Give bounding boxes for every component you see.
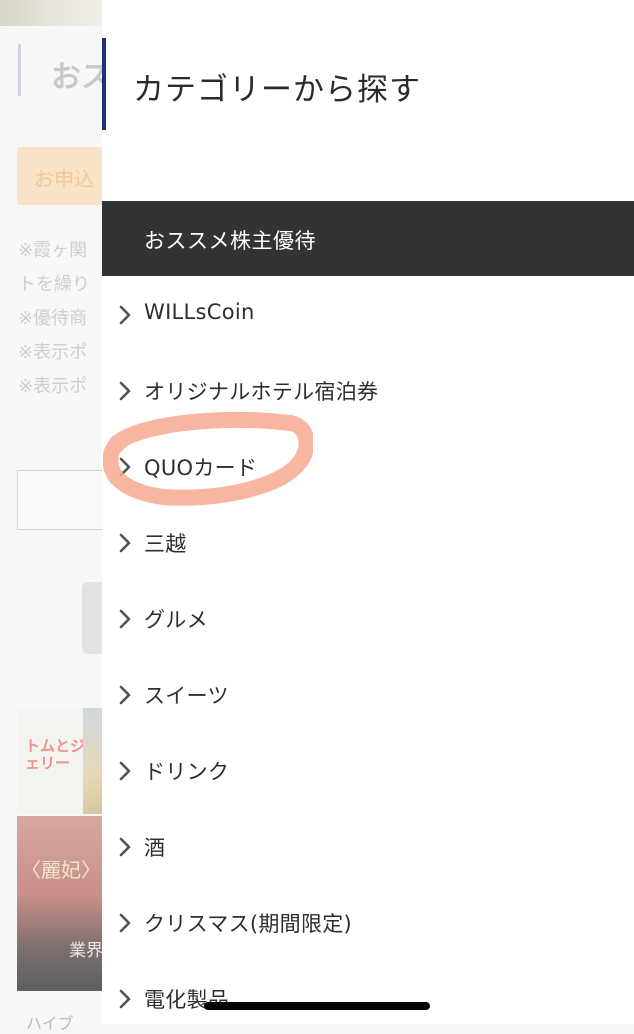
background-banner-tom-jerry: トムとジェリー: [17, 708, 104, 814]
chevron-right-icon: [119, 533, 131, 553]
category-label: 三越: [144, 532, 187, 556]
background-note: ※優待商: [18, 308, 88, 329]
category-item-sake[interactable]: 酒: [102, 809, 634, 885]
category-label: 酒: [144, 836, 166, 860]
banner-title: 〈麗妃〉: [21, 858, 101, 882]
category-drawer: カテゴリーから探す おススメ株主優待 WILLsCoin オリジナルホテル宿泊券…: [102, 0, 634, 1024]
background-apply-label: お申込: [34, 167, 94, 191]
chevron-right-icon: [119, 913, 131, 933]
chevron-right-icon: [119, 457, 131, 477]
background-notes: ※霞ヶ関 トを繰り ※優待商 ※表示ポ ※表示ポ: [18, 234, 104, 404]
section-header-label: おススメ株主優待: [144, 229, 316, 253]
background-banner-drama: 〈麗妃〉 業界: [17, 816, 104, 991]
category-label: クリスマス(期間限定): [144, 912, 353, 936]
category-item-quo-card[interactable]: QUOカード: [102, 429, 634, 505]
chevron-right-icon: [119, 685, 131, 705]
background-note: ※表示ポ: [18, 376, 88, 397]
category-item-hotel-voucher[interactable]: オリジナルホテル宿泊券: [102, 353, 634, 429]
category-item-mitsukoshi[interactable]: 三越: [102, 505, 634, 581]
background-note: ※表示ポ: [18, 342, 88, 363]
category-label: スイーツ: [144, 684, 229, 708]
category-item-drink[interactable]: ドリンク: [102, 733, 634, 809]
background-search-input: [17, 470, 111, 530]
category-item-sweets[interactable]: スイーツ: [102, 657, 634, 733]
category-label: ドリンク: [144, 760, 230, 784]
chevron-right-icon: [119, 761, 131, 781]
category-label: WILLsCoin: [144, 300, 255, 324]
category-item-gourmet[interactable]: グルメ: [102, 581, 634, 657]
background-apply-button: お申込: [17, 147, 107, 205]
section-header-recommended[interactable]: おススメ株主優待: [102, 201, 634, 276]
category-item-electronics[interactable]: 電化製品: [102, 961, 634, 1024]
background-bottom-text: ハイブ: [26, 1014, 74, 1033]
chevron-right-icon: [119, 609, 131, 629]
chevron-right-icon: [119, 381, 131, 401]
category-label: オリジナルホテル宿泊券: [144, 380, 379, 404]
category-list: WILLsCoin オリジナルホテル宿泊券 QUOカード 三越 グルメ スイーツ…: [102, 277, 634, 1024]
background-heading: おス: [18, 44, 111, 96]
category-label: グルメ: [144, 608, 208, 632]
drawer-header: カテゴリーから探す: [102, 38, 634, 130]
chevron-right-icon: [119, 837, 131, 857]
home-indicator[interactable]: [204, 1002, 430, 1010]
background-top-image: [0, 0, 104, 26]
drawer-header-accent-bar: [102, 38, 106, 130]
banner-caption: 業界: [69, 941, 103, 961]
chevron-right-icon: [119, 305, 131, 325]
chevron-right-icon: [119, 989, 131, 1009]
category-item-christmas[interactable]: クリスマス(期間限定): [102, 885, 634, 961]
background-note: トを繰り: [18, 274, 90, 295]
banner-art: [83, 708, 104, 814]
category-item-willscoin[interactable]: WILLsCoin: [102, 277, 634, 353]
drawer-title: カテゴリーから探す: [133, 72, 421, 108]
category-label: QUOカード: [144, 456, 258, 480]
banner-logo: トムとジェリー: [25, 737, 86, 772]
background-note: ※霞ヶ関: [18, 240, 88, 261]
